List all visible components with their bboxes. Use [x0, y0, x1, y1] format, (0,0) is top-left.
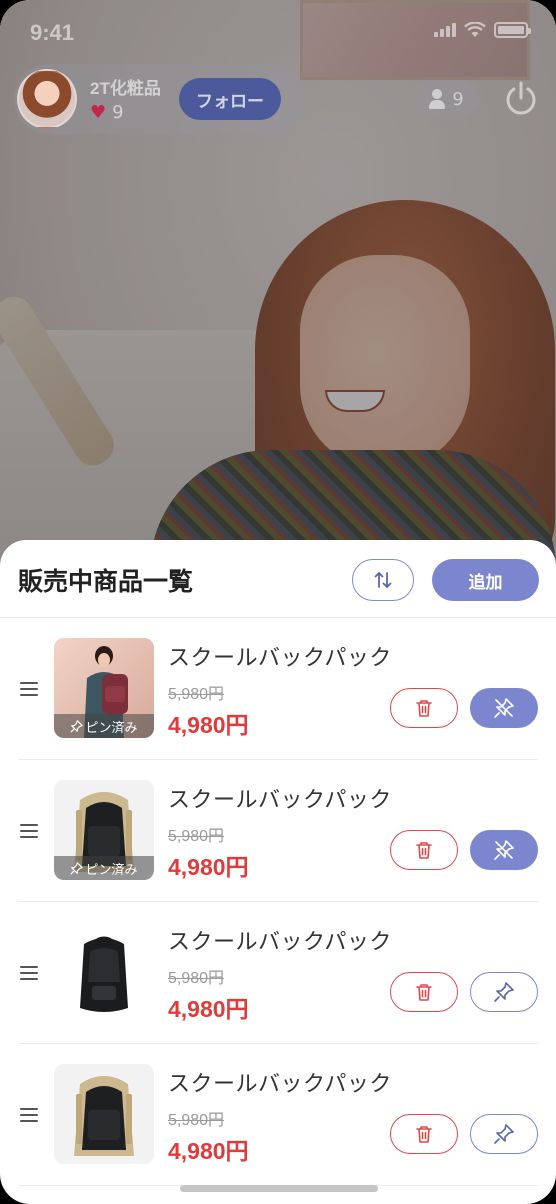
product-list: ピン済み スクールバックパック 5,980円 4,980円 ピン済み スクールバ…: [0, 618, 556, 1186]
delete-button[interactable]: [390, 972, 458, 1012]
host-likes-count: 9: [112, 102, 124, 123]
person-icon: [428, 89, 446, 109]
pin-off-icon: [494, 840, 514, 860]
drag-handle-icon[interactable]: [20, 1108, 38, 1122]
product-thumbnail[interactable]: [54, 1064, 154, 1164]
beige-backpack-image: [54, 1064, 154, 1164]
status-time: 9:41: [30, 20, 75, 45]
product-row: スクールバックパック 5,980円 4,980円: [0, 902, 556, 1044]
drag-handle-icon[interactable]: [20, 682, 38, 696]
product-sale-price: 4,980円: [168, 712, 249, 738]
follow-button[interactable]: フォロー: [179, 78, 281, 120]
drag-handle-icon[interactable]: [20, 966, 38, 980]
host-info[interactable]: 2T化粧品 ♥ 9 フォロー: [14, 64, 304, 134]
pin-icon: [70, 719, 84, 733]
wifi-icon: [464, 22, 486, 37]
pinned-badge: ピン済み: [54, 714, 154, 738]
pin-button[interactable]: [470, 1114, 538, 1154]
live-stream-screen: 9:41 2T化粧品 ♥ 9 フォロー 9 販売中商品一覧 追加 ピン済み スク…: [0, 0, 556, 1204]
trash-icon: [416, 984, 432, 1001]
sort-button[interactable]: [352, 559, 414, 601]
delete-button[interactable]: [390, 1114, 458, 1154]
product-original-price: 5,980円: [168, 828, 225, 845]
pin-icon: [494, 982, 514, 1002]
product-name: スクールバックパック: [168, 929, 392, 954]
system-icons: [434, 22, 531, 38]
product-original-price: 5,980円: [168, 1112, 225, 1129]
host-likes: ♥ 9: [90, 102, 124, 123]
delete-button[interactable]: [390, 830, 458, 870]
product-row: ピン済み スクールバックパック 5,980円 4,980円: [0, 760, 556, 902]
add-product-button[interactable]: 追加: [432, 559, 539, 601]
pinned-badge: ピン済み: [54, 856, 154, 880]
unpin-button[interactable]: [470, 830, 538, 870]
signal-icon: [434, 23, 456, 37]
viewer-count[interactable]: 9: [412, 80, 480, 118]
pin-button[interactable]: [470, 972, 538, 1012]
sheet-title: 販売中商品一覧: [18, 568, 194, 596]
product-row: ピン済み スクールバックパック 5,980円 4,980円: [0, 618, 556, 760]
product-name: スクールバックパック: [168, 1071, 392, 1096]
drag-handle-icon[interactable]: [20, 824, 38, 838]
product-name: スクールバックパック: [168, 787, 392, 812]
product-thumbnail[interactable]: [54, 922, 154, 1022]
product-thumbnail[interactable]: ピン済み: [54, 638, 154, 738]
pin-icon: [70, 861, 84, 875]
unpin-button[interactable]: [470, 688, 538, 728]
product-sale-price: 4,980円: [168, 1138, 249, 1164]
product-original-price: 5,980円: [168, 686, 225, 703]
battery-icon: [494, 22, 531, 38]
product-sale-price: 4,980円: [168, 996, 249, 1022]
trash-icon: [416, 1126, 432, 1143]
pin-icon: [494, 1124, 514, 1144]
product-thumbnail[interactable]: ピン済み: [54, 780, 154, 880]
pin-off-icon: [494, 698, 514, 718]
product-name: スクールバックパック: [168, 645, 392, 670]
host-name: 2T化粧品: [90, 79, 161, 98]
status-bar: 9:41: [0, 0, 556, 64]
product-original-price: 5,980円: [168, 970, 225, 987]
trash-icon: [416, 700, 432, 717]
home-indicator[interactable]: [180, 1185, 378, 1192]
trash-icon: [416, 842, 432, 859]
heart-icon: ♥: [90, 102, 107, 123]
black-backpack-image: [54, 922, 154, 1022]
product-row: スクールバックパック 5,980円 4,980円: [0, 1044, 556, 1186]
product-sale-price: 4,980円: [168, 854, 249, 880]
viewer-count-value: 9: [452, 88, 464, 110]
sort-arrows-icon: [374, 572, 392, 588]
host-avatar[interactable]: [17, 69, 77, 129]
delete-button[interactable]: [390, 688, 458, 728]
product-sheet: 販売中商品一覧 追加 ピン済み スクールバックパック 5,980円 4,980円…: [0, 540, 556, 1204]
sheet-header: 販売中商品一覧 追加: [0, 540, 556, 618]
power-icon[interactable]: [502, 80, 540, 118]
